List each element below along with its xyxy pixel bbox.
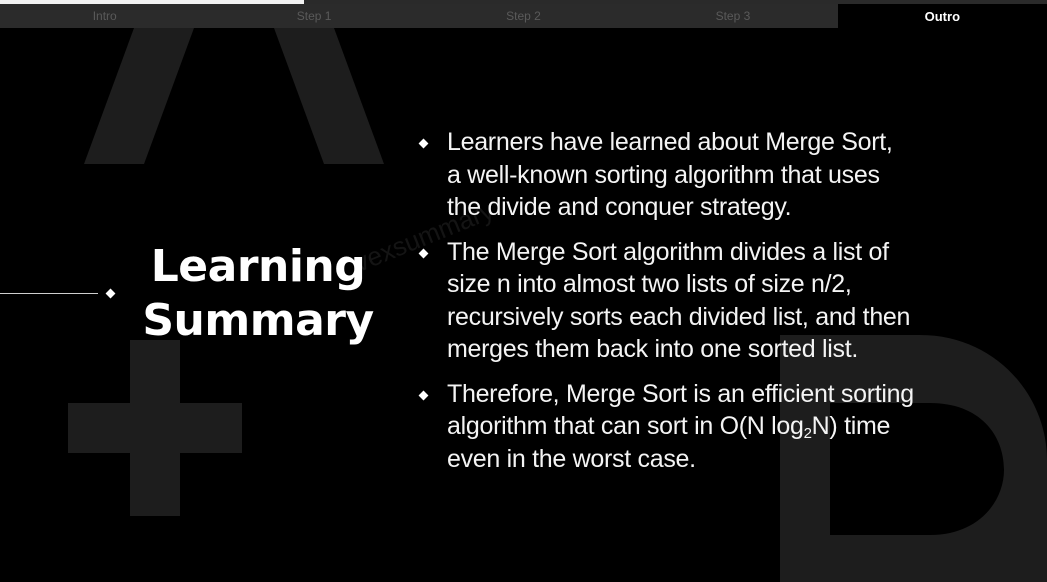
tab-label: Step 2 [506,9,541,23]
summary-item: Therefore, Merge Sort is an efficient so… [418,378,1018,476]
tab-label: Intro [92,9,117,23]
complexity-subscript: 2 [803,425,812,442]
summary-line: a well-known sorting algorithm that uses [447,160,880,189]
summary-line: Therefore, Merge Sort is an efficient so… [447,379,914,408]
plus-decoration-horizontal [68,403,242,453]
page-title-line-2: Summary [142,295,374,346]
page-title-line-1: Learning [150,241,366,292]
tab-step-1[interactable]: Step 1 [209,4,419,28]
tab-label: Outro [924,8,961,24]
complexity-suffix: N) time [811,412,891,440]
letter-a-decoration [84,28,384,164]
summary-list: Learners have learned about Merge Sort, … [418,126,1018,487]
tab-intro[interactable]: Intro [0,4,210,28]
summary-line: the divide and conquer strategy. [447,193,792,221]
tab-step-3[interactable]: Step 3 [628,4,838,28]
summary-complexity-line: algorithm that can sort in O(N log2N) ti… [447,410,1018,443]
summary-line: size n into almost two lists of size n/2… [447,270,852,298]
summary-line: even in the worst case. [447,444,696,473]
title-connector-line [0,293,98,294]
tab-outro[interactable]: Outro [837,4,1047,28]
complexity-prefix: algorithm that can sort in O(N log [447,412,804,440]
summary-line: The Merge Sort algorithm divides a list … [447,237,889,266]
step-navigation: Intro Step 1 Step 2 Step 3 Outro [0,4,1047,28]
title-diamond-icon [105,288,116,299]
bullet-diamond-icon [418,248,429,258]
tab-step-2[interactable]: Step 2 [418,4,629,28]
summary-line: merges them back into one sorted list. [447,335,859,363]
summary-line: Learners have learned about Merge Sort, [447,128,893,156]
tab-label: Step 3 [715,9,751,23]
bullet-diamond-icon [418,138,429,149]
tab-label: Step 1 [296,9,332,23]
summary-line: recursively sorts each divided list, and… [447,302,911,331]
summary-item: The Merge Sort algorithm divides a list … [418,236,1018,366]
page-title: Learning Summary [128,240,388,348]
summary-item: Learners have learned about Merge Sort, … [418,126,1018,224]
bullet-diamond-icon [418,390,429,400]
